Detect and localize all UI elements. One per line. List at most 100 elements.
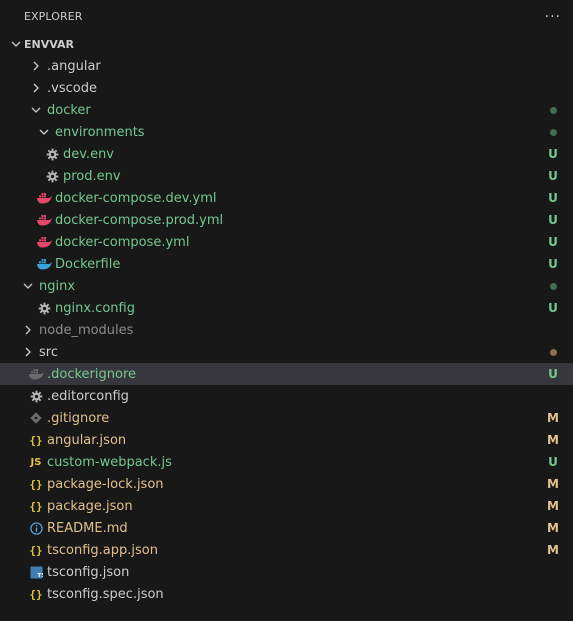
tree-file-row[interactable]: {} package-lock.json M [0,473,573,495]
json-icon: {} [29,433,43,447]
chevron-down-icon [8,38,24,50]
tree-folder-row[interactable]: nginx [0,275,573,297]
git-status-badge: U [548,257,558,271]
chevron-right-icon[interactable] [20,319,36,341]
chevron-down-icon[interactable] [20,275,36,297]
git-status-badge: M [547,499,559,513]
git-status-dot [541,279,565,293]
git-status-dot [541,103,565,117]
tree-item-label: docker-compose.yml [55,234,190,250]
tree-file-row[interactable]: {} tsconfig.app.json M [0,539,573,561]
git-status-badge: U [548,367,558,381]
git-status-badge: U [548,169,558,183]
file-tree: .angular .vscode docker environments dev.env… [0,55,573,605]
tree-item-label: dev.env [63,146,114,162]
info-icon [28,517,44,539]
tree-item-label: docker-compose.dev.yml [55,190,217,206]
tree-item-label: custom-webpack.js [47,454,172,470]
workspace-section-header[interactable]: ENVVAR [0,33,573,55]
git-status-badge: U [548,147,558,161]
tree-file-row[interactable]: JS custom-webpack.js U [0,451,573,473]
chevron-right-icon[interactable] [20,341,36,363]
tree-file-row[interactable]: {} package.json M [0,495,573,517]
git-status-badge: M [547,543,559,557]
tree-item-label: src [39,344,58,360]
tree-item-label: tsconfig.app.json [47,542,158,558]
tree-file-row[interactable]: dev.env U [0,143,573,165]
tree-folder-row[interactable]: .vscode [0,77,573,99]
git-icon [28,407,44,429]
explorer-header: EXPLORER ··· [0,0,573,33]
git-status-dot [541,125,565,139]
git-status-badge: M [547,411,559,425]
tree-file-row[interactable]: prod.env U [0,165,573,187]
git-status-badge: M [547,477,559,491]
gear-icon [44,165,60,187]
git-status-badge: U [548,235,558,249]
chevron-down-icon[interactable] [28,99,44,121]
docker-pink-icon [36,187,52,209]
workspace-name: ENVVAR [24,37,74,51]
explorer-panel: EXPLORER ··· ENVVAR .angular .vscode docke… [0,0,573,621]
json-icon: {} [29,477,43,491]
tree-item-label: tsconfig.json [47,564,130,580]
status-dot-icon [549,349,557,356]
tree-file-row[interactable]: .gitignore M [0,407,573,429]
tree-item-label: .gitignore [47,410,110,426]
tree-item-label: environments [55,124,145,140]
tree-file-row[interactable]: {} tsconfig.spec.json [0,583,573,605]
chevron-right-icon[interactable] [28,77,44,99]
tree-file-row[interactable]: {} angular.json M [0,429,573,451]
docker-pink-icon [36,231,52,253]
tree-folder-row[interactable]: environments [0,121,573,143]
tree-folder-row[interactable]: node_modules [0,319,573,341]
tree-file-row[interactable]: Dockerfile U [0,253,573,275]
tree-file-row[interactable]: TS tsconfig.json [0,561,573,583]
tree-file-row[interactable]: docker-compose.yml U [0,231,573,253]
tree-file-row[interactable]: nginx.config U [0,297,573,319]
tree-item-label: docker [47,102,91,118]
json-icon: {} [29,499,43,513]
tree-folder-row[interactable]: docker [0,99,573,121]
status-dot-icon [549,107,557,114]
tree-item-label: nginx [39,278,76,294]
status-dot-icon [549,283,557,290]
docker-pink-icon [36,209,52,231]
explorer-title: EXPLORER [24,10,83,23]
tree-item-label: .dockerignore [47,366,137,382]
js-icon: JS [30,456,42,468]
docker-blue-icon [36,253,52,275]
gear-icon [36,297,52,319]
status-dot-icon [549,129,557,136]
more-actions-icon[interactable]: ··· [545,9,561,25]
chevron-right-icon[interactable] [28,55,44,77]
tree-file-row[interactable]: .dockerignore U [0,363,573,385]
tree-file-row[interactable]: docker-compose.prod.yml U [0,209,573,231]
git-status-badge: U [548,191,558,205]
git-status-badge: U [548,455,558,469]
tree-item-label: .vscode [47,80,97,96]
tree-item-label: docker-compose.prod.yml [55,212,224,228]
tree-item-label: node_modules [39,322,134,338]
tree-item-label: package.json [47,498,133,514]
json-icon: {} [29,587,43,601]
json-icon: {} [29,543,43,557]
tree-item-label: package-lock.json [47,476,164,492]
tree-folder-row[interactable]: .angular [0,55,573,77]
tree-file-row[interactable]: README.md M [0,517,573,539]
tree-file-row[interactable]: docker-compose.dev.yml U [0,187,573,209]
git-status-badge: U [548,301,558,315]
git-status-dot [541,345,565,359]
tree-item-label: nginx.config [55,300,135,316]
tree-folder-row[interactable]: src [0,341,573,363]
tree-file-row[interactable]: .editorconfig [0,385,573,407]
ts-icon: TS [28,561,44,583]
svg-text:TS: TS [37,573,43,579]
tree-item-label: prod.env [63,168,121,184]
tree-item-label: README.md [47,520,128,536]
git-status-badge: M [547,433,559,447]
tree-item-label: angular.json [47,432,127,448]
tree-item-label: Dockerfile [55,256,121,272]
chevron-down-icon[interactable] [36,121,52,143]
gear-icon [44,143,60,165]
